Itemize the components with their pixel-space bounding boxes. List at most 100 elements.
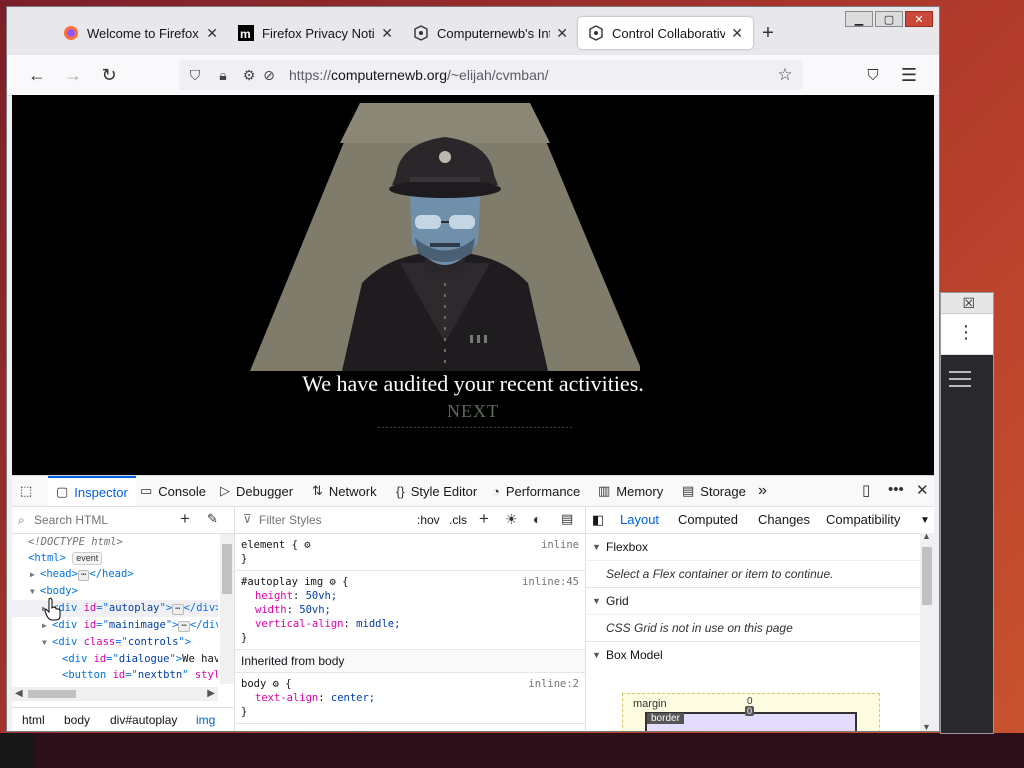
maximize-button[interactable]: ▢	[875, 11, 903, 27]
event-badge[interactable]: event	[72, 552, 103, 565]
css-declaration[interactable]: text-align: center;	[241, 691, 579, 705]
tab-privacy-notice[interactable]: m Firefox Privacy Notice ✕	[228, 17, 403, 49]
new-tab-button[interactable]: +	[753, 17, 783, 49]
more-options-icon[interactable]: •••	[888, 481, 904, 498]
grid-header[interactable]: ▼ Grid	[586, 588, 920, 614]
scroll-up-icon[interactable]: ▲	[922, 531, 931, 541]
tab-compatibility[interactable]: Compatibility	[826, 512, 900, 527]
permissions-icon[interactable]: ⚙	[241, 67, 257, 83]
tab-computed[interactable]: Computed	[678, 512, 738, 527]
scroll-right-icon[interactable]: ▶	[207, 688, 215, 699]
toggle-sidebar-icon[interactable]: ◧	[592, 512, 604, 528]
chevron-down-icon[interactable]: ▼	[920, 515, 930, 526]
tab-control-collaborative[interactable]: Control Collaborative ✕	[578, 17, 753, 49]
search-html-input[interactable]: Search HTML	[34, 513, 108, 527]
classes-button[interactable]: .cls	[449, 513, 467, 527]
tree-node-doctype[interactable]: <!DOCTYPE html>	[12, 534, 218, 550]
storage-icon: ▤	[682, 483, 695, 498]
tree-node-div-close[interactable]: </div>	[12, 683, 218, 684]
kebab-menu-icon[interactable]: ⋮	[957, 322, 975, 343]
css-declaration[interactable]: height: 50vh;	[241, 589, 579, 603]
collapse-arrow-icon[interactable]: ▼	[42, 635, 52, 651]
forward-button[interactable]: →	[63, 65, 83, 85]
close-icon[interactable]: ✕	[381, 25, 393, 42]
filter-styles-input[interactable]: Filter Styles	[259, 513, 322, 527]
rule-source[interactable]: inline	[541, 538, 579, 552]
url-bar[interactable]: ⛉ 🔒︎ ⚙ ⊘ https://computernewb.org/~elija…	[179, 60, 803, 90]
hamburger-icon[interactable]	[949, 371, 971, 392]
rule-source[interactable]: inline:45	[522, 575, 579, 589]
breadcrumb-div-autoplay[interactable]: div#autoplay	[110, 713, 177, 727]
margin-label: margin	[633, 698, 667, 710]
close-icon[interactable]: ✕	[556, 25, 568, 42]
tab-style-editor[interactable]: {} Style Editor	[396, 476, 477, 506]
responsive-design-icon[interactable]: ▯	[862, 481, 870, 499]
gear-icon[interactable]: ⚙	[273, 678, 279, 690]
css-declaration[interactable]: width: 50vh;	[241, 603, 579, 617]
rule-source[interactable]: inline:2	[528, 677, 579, 691]
menu-icon[interactable]: ☰	[899, 65, 919, 85]
tab-welcome[interactable]: Welcome to Firefox ✕	[53, 17, 228, 49]
next-button[interactable]: NEXT	[12, 401, 934, 422]
more-tools-icon[interactable]: »	[758, 476, 767, 506]
breadcrumb-html[interactable]: html	[22, 713, 45, 727]
tab-inspector[interactable]: ▢ Inspector	[48, 476, 136, 506]
bookmark-star-icon[interactable]: ☆	[777, 65, 793, 84]
boxmodel-header[interactable]: ▼ Box Model	[586, 642, 920, 668]
tab-computernewb[interactable]: Computernewb's Inter ✕	[403, 17, 578, 49]
reload-button[interactable]: ↻	[99, 65, 119, 85]
close-window-button[interactable]: ✕	[905, 11, 933, 27]
layout-scrollbar[interactable]: ▲ ▼	[920, 531, 934, 731]
hover-states-button[interactable]: :hov	[417, 513, 440, 527]
shield-icon[interactable]: ⛉	[187, 67, 203, 83]
tree-node-dialogue[interactable]: <div id="dialogue">We have	[12, 651, 218, 667]
tree-node-autoplay[interactable]: ▶ <div id="autoplay"> ⋯ </div>	[12, 600, 218, 617]
blocked-autoplay-icon[interactable]: ⊘	[261, 67, 277, 83]
close-icon[interactable]: ☒	[962, 295, 975, 312]
tree-node-mainimage[interactable]: ▶<div id="mainimage">⋯</div>	[12, 617, 218, 634]
tab-changes[interactable]: Changes	[758, 512, 810, 527]
markup-vertical-scrollbar[interactable]	[220, 534, 234, 684]
tab-network[interactable]: ⇅ Network	[312, 476, 377, 506]
add-rule-icon[interactable]: +	[479, 509, 489, 529]
gear-icon[interactable]: ⚙	[304, 539, 310, 551]
print-media-icon[interactable]: ▤	[561, 511, 573, 527]
close-icon[interactable]: ✕	[206, 25, 218, 42]
pocket-icon[interactable]: ⛉	[863, 65, 883, 85]
eyedropper-icon[interactable]: ✎	[207, 511, 218, 527]
background-window[interactable]: ☒ ⋮	[940, 292, 994, 734]
breadcrumb-img[interactable]: img	[196, 713, 215, 727]
element-picker-icon[interactable]: ⬚	[20, 476, 32, 506]
tab-storage[interactable]: ▤ Storage	[682, 476, 746, 506]
tab-layout[interactable]: Layout	[620, 512, 659, 527]
tab-console[interactable]: ▭ Console	[140, 476, 206, 506]
minimize-button[interactable]: ▁	[845, 11, 873, 27]
search-icon: ⌕	[18, 513, 25, 527]
light-scheme-icon[interactable]: ☀	[505, 511, 518, 528]
tree-node-nextbtn[interactable]: <button id="nextbtn" style	[12, 667, 218, 683]
tab-memory[interactable]: ▥ Memory	[598, 476, 663, 506]
close-icon[interactable]: ✕	[731, 25, 743, 42]
close-devtools-icon[interactable]: ✕	[916, 481, 929, 499]
tree-node-controls[interactable]: ▼ <div class="controls">	[12, 634, 218, 651]
tree-node-html[interactable]: <html> event	[12, 550, 218, 566]
scroll-down-icon[interactable]: ▼	[922, 722, 931, 731]
tree-node-head[interactable]: ▶ <head> ⋯ </head>	[12, 566, 218, 583]
gear-icon[interactable]: ⚙	[330, 576, 336, 588]
breadcrumb-body[interactable]: body	[64, 713, 90, 727]
back-button[interactable]: ←	[27, 65, 47, 85]
collapse-arrow-icon[interactable]: ▼	[30, 584, 40, 600]
tree-node-body[interactable]: ▼ <body>	[12, 583, 218, 600]
tab-debugger[interactable]: ▷ Debugger	[220, 476, 293, 506]
css-declaration[interactable]: vertical-align: middle;	[241, 617, 579, 631]
lock-icon[interactable]: 🔒︎	[215, 67, 231, 83]
dark-scheme-icon[interactable]: ◐	[533, 511, 541, 527]
flexbox-header[interactable]: ▼ Flexbox	[586, 534, 920, 560]
scroll-left-icon[interactable]: ◀	[15, 688, 23, 699]
memory-icon: ▥	[598, 483, 611, 498]
expand-arrow-icon[interactable]: ▶	[30, 567, 40, 583]
border-top-value[interactable]: 0	[745, 706, 755, 716]
markup-horizontal-scrollbar[interactable]: ◀ ▶	[12, 687, 218, 701]
add-node-icon[interactable]: +	[180, 509, 190, 529]
tab-performance[interactable]: ◔ Performance	[492, 476, 580, 506]
